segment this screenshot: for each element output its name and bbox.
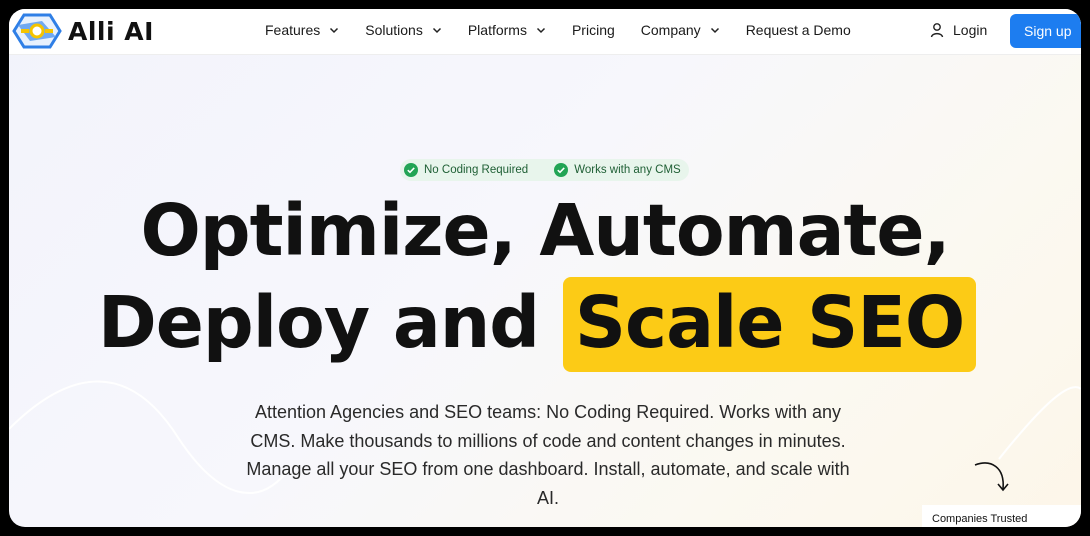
nav-item-label: Request a Demo [745, 22, 851, 38]
chevron-down-icon [432, 27, 441, 34]
feature-badges: No Coding Required Works with any CMS [400, 159, 689, 181]
hero-headline-line-1: Optimize, Automate, [140, 189, 950, 272]
badge-no-coding: No Coding Required [404, 163, 528, 177]
chevron-down-icon [536, 27, 545, 34]
nav-item-label: Platforms [467, 22, 527, 38]
curved-arrow-icon [974, 462, 1009, 492]
brand-name: Alli AI [68, 16, 154, 46]
badge-label: Works with any CMS [574, 164, 681, 176]
nav-item-platforms[interactable]: Platforms [468, 22, 546, 38]
user-icon [930, 23, 944, 38]
nav-item-solutions[interactable]: Solutions [365, 22, 442, 38]
hero-headline-line-2: Deploy and Scale SEO [9, 277, 1081, 372]
site-header: Alli AI Features Solutions Platforms Pri… [9, 9, 1081, 55]
nav-item-features[interactable]: Features [265, 22, 339, 38]
nav-item-pricing[interactable]: Pricing [572, 22, 615, 38]
nav-item-label: Pricing [571, 22, 615, 38]
badge-any-cms: Works with any CMS [554, 163, 681, 177]
chevron-down-icon [710, 27, 719, 34]
login-link[interactable]: Login [929, 22, 987, 38]
headline-plain-text: Deploy and [97, 281, 540, 364]
nav-item-label: Features [265, 22, 321, 38]
page-frame: Alli AI Features Solutions Platforms Pri… [9, 9, 1081, 527]
login-label: Login [953, 22, 988, 38]
alli-logo-icon [12, 13, 62, 49]
chevron-down-icon [330, 27, 339, 34]
nav-item-company[interactable]: Company [641, 22, 720, 38]
nav-item-request-demo[interactable]: Request a Demo [746, 22, 851, 38]
badge-label: No Coding Required [424, 164, 529, 176]
brand-logo[interactable]: Alli AI [12, 11, 154, 51]
nav-item-label: Solutions [365, 22, 423, 38]
signup-button[interactable]: Sign up [1010, 14, 1081, 48]
companies-trusted-label: Companies Trusted [932, 513, 1028, 525]
check-circle-icon [554, 163, 569, 177]
hero-description: Attention Agencies and SEO teams: No Cod… [246, 402, 850, 508]
nav-item-label: Company [640, 22, 701, 38]
main-nav: Features Solutions Platforms Pricing Com… [265, 22, 877, 38]
check-circle-icon [404, 163, 418, 177]
headline-highlight: Scale SEO [562, 277, 977, 372]
companies-trusted-card: Companies Trusted [922, 505, 1081, 527]
